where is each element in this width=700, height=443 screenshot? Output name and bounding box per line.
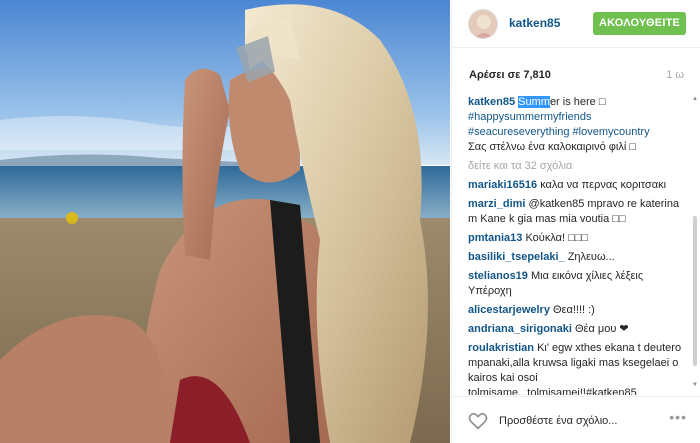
caption-username[interactable]: katken85 — [468, 96, 515, 108]
comment-username[interactable]: andriana_sirigonaki — [468, 323, 572, 335]
comment-text: καλα να περνας κοριτσακι — [540, 179, 667, 191]
like-heart-icon[interactable] — [468, 412, 488, 430]
post-time[interactable]: 1 ω — [666, 69, 684, 81]
comment-text: Θεα!!!! :) — [553, 304, 595, 316]
caption: katken85 Summer is here □ #happysummermy… — [468, 95, 687, 155]
comment-username[interactable]: pmtania13 — [468, 232, 522, 244]
scroll-thumb[interactable] — [693, 216, 697, 366]
post-header: katken85 ΑΚΟΛΟΥΘΕΙΤΕ — [452, 0, 700, 48]
comment-row: marzi_dimi @katken85 mpravo re katerina … — [468, 197, 687, 227]
comment-username[interactable]: stelianos19 — [468, 270, 528, 282]
scroll-up-arrow-icon[interactable]: ▲ — [692, 96, 698, 102]
comment-row: pmtania13 Κούκλα! □□□ — [468, 231, 687, 246]
post-photo[interactable] — [0, 0, 450, 443]
caption-hashtags-2[interactable]: #seacureseverything #lovemycountry — [468, 126, 650, 138]
username-link[interactable]: katken85 — [509, 16, 560, 30]
comment-text: Κούκλα! □□□ — [525, 232, 589, 244]
comment-row: andriana_sirigonaki Θέα μου ❤ — [468, 322, 687, 337]
comments-scrollbar[interactable]: ▲ ▼ — [692, 96, 698, 392]
comment-username[interactable]: basiliki_tsepelaki_ — [468, 251, 565, 263]
comment-row: mariaki16516 καλα να περνας κοριτσακι — [468, 178, 687, 193]
beach-photo-image — [0, 0, 450, 443]
instagram-post: katken85 ΑΚΟΛΟΥΘΕΙΤΕ Αρέσει σε 7,810 1 ω… — [0, 0, 700, 443]
comment-row: stelianos19 Μια εικόνα χίλιες λέξεις Υπέ… — [468, 269, 687, 299]
comment-username[interactable]: mariaki16516 — [468, 179, 537, 191]
comments-list: katken85 Summer is here □ #happysummermy… — [468, 95, 687, 395]
likes-count[interactable]: Αρέσει σε 7,810 — [469, 69, 551, 81]
comment-row: basiliki_tsepelaki_ Ζηλευω... — [468, 250, 687, 265]
caption-text: er is here □ — [549, 96, 606, 108]
comment-row: roulakristian Κι' egw xthes ekana t deut… — [468, 341, 687, 395]
follow-button[interactable]: ΑΚΟΛΟΥΘΕΙΤΕ — [593, 12, 686, 35]
comment-text: Ζηλευω... — [567, 251, 615, 263]
caption-line: Σας στέλνω ένα καλοκαιρινό φιλί □ — [468, 141, 636, 153]
avatar[interactable] — [468, 9, 498, 39]
more-options-icon[interactable]: ••• — [669, 409, 687, 425]
comment-text: Θέα μου ❤ — [575, 323, 629, 335]
post-footer: ••• — [452, 396, 700, 443]
comment-username[interactable]: roulakristian — [468, 342, 534, 354]
load-more-comments[interactable]: δείτε και τα 32 σχόλια — [468, 159, 687, 174]
post-sidebar: katken85 ΑΚΟΛΟΥΘΕΙΤΕ Αρέσει σε 7,810 1 ω… — [451, 0, 700, 443]
avatar-image — [469, 10, 497, 38]
comment-username[interactable]: alicestarjewelry — [468, 304, 550, 316]
comment-username[interactable]: marzi_dimi — [468, 198, 525, 210]
comment-items: mariaki16516 καλα να περνας κοριτσακι mar… — [468, 178, 687, 395]
comment-input[interactable] — [499, 413, 659, 429]
caption-hashtags-1[interactable]: #happysummermyfriends — [468, 111, 592, 123]
caption-highlighted-text: Summ — [518, 96, 550, 108]
comment-row: alicestarjewelry Θεα!!!! :) — [468, 303, 687, 318]
scroll-down-arrow-icon[interactable]: ▼ — [692, 382, 698, 388]
